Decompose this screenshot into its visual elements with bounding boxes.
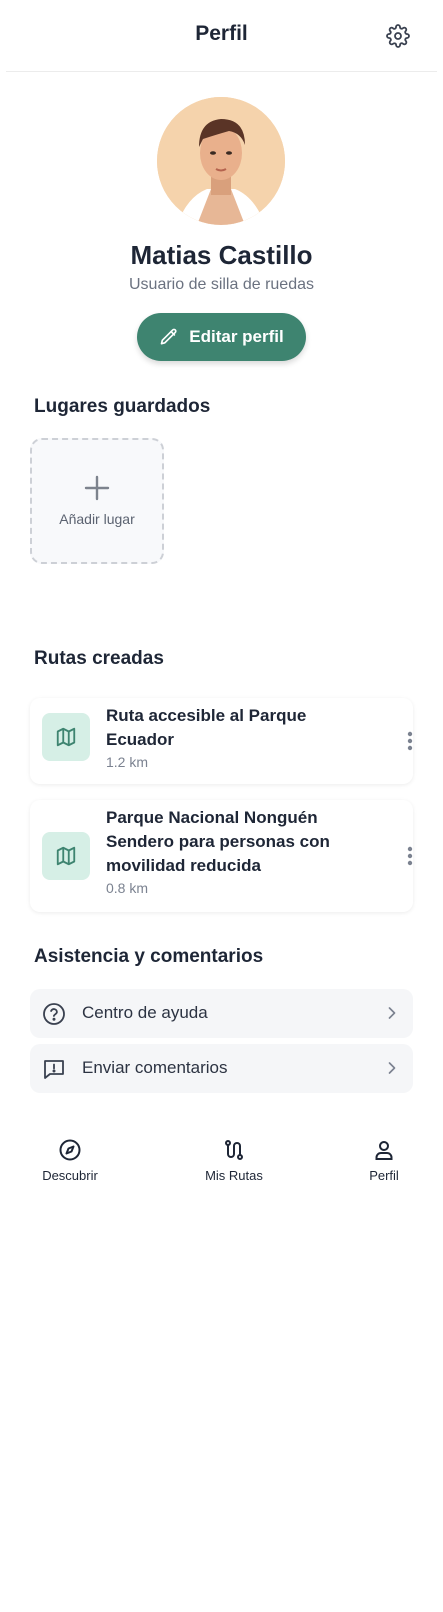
edit-profile-label: Editar perfil bbox=[189, 327, 284, 346]
route-card[interactable]: Ruta accesible al Parque Ecuador 1.2 km bbox=[30, 698, 413, 784]
send-feedback-item[interactable]: Enviar comentarios bbox=[30, 1044, 413, 1093]
route-menu-button[interactable] bbox=[400, 727, 420, 755]
feedback-icon bbox=[42, 1057, 66, 1081]
nav-my-routes[interactable]: Mis Rutas bbox=[184, 1138, 284, 1183]
route-info: Ruta accesible al Parque Ecuador 1.2 km bbox=[106, 704, 346, 770]
help-circle-icon bbox=[42, 1002, 66, 1026]
route-icon bbox=[222, 1138, 246, 1162]
nav-my-routes-label: Mis Rutas bbox=[205, 1168, 263, 1183]
user-icon bbox=[372, 1138, 396, 1162]
nav-profile[interactable]: Perfil bbox=[334, 1138, 434, 1183]
nav-profile-label: Perfil bbox=[369, 1168, 399, 1183]
route-name-line: Ruta accesible al Parque bbox=[106, 706, 307, 725]
more-vertical-icon bbox=[407, 731, 413, 751]
settings-button[interactable] bbox=[386, 24, 410, 48]
user-name: Matias Castillo bbox=[130, 240, 313, 270]
plus-icon bbox=[84, 475, 110, 501]
nav-discover[interactable]: Descubrir bbox=[20, 1138, 120, 1183]
pencil-icon bbox=[159, 327, 179, 347]
gear-icon bbox=[386, 24, 410, 48]
add-place-label: Añadir lugar bbox=[59, 511, 135, 527]
add-place-button[interactable]: Añadir lugar bbox=[30, 438, 164, 564]
help-center-label: Centro de ayuda bbox=[82, 1003, 208, 1022]
route-name-line: Ecuador bbox=[106, 730, 175, 749]
help-center-item[interactable]: Centro de ayuda bbox=[30, 989, 413, 1038]
route-thumbnail bbox=[42, 832, 90, 880]
page-title: Perfil bbox=[195, 22, 248, 45]
chevron-right-icon bbox=[382, 1003, 402, 1023]
user-subtitle: Usuario de silla de ruedas bbox=[129, 276, 314, 293]
edit-profile-button[interactable]: Editar perfil bbox=[137, 313, 306, 361]
map-icon bbox=[55, 726, 77, 748]
route-menu-button[interactable] bbox=[400, 842, 420, 870]
nav-discover-label: Descubrir bbox=[42, 1168, 98, 1183]
more-vertical-icon bbox=[407, 846, 413, 866]
route-thumbnail bbox=[42, 713, 90, 761]
avatar bbox=[157, 97, 285, 225]
route-info: Parque Nacional Nonguén Sendero para per… bbox=[106, 806, 346, 896]
route-name-line: Sendero para personas con bbox=[106, 832, 330, 851]
route-distance: 1.2 km bbox=[106, 754, 149, 770]
route-card[interactable]: Parque Nacional Nonguén Sendero para per… bbox=[30, 800, 413, 912]
route-distance: 0.8 km bbox=[106, 880, 149, 896]
route-name-line: Parque Nacional Nonguén bbox=[106, 808, 318, 827]
top-bar: Perfil bbox=[0, 0, 443, 72]
saved-places-title: Lugares guardados bbox=[34, 396, 211, 417]
chevron-right-icon bbox=[382, 1058, 402, 1078]
send-feedback-label: Enviar comentarios bbox=[82, 1058, 228, 1077]
map-icon bbox=[55, 845, 77, 867]
route-name-line: movilidad reducida bbox=[106, 856, 261, 875]
routes-title: Rutas creadas bbox=[34, 648, 164, 669]
compass-icon bbox=[58, 1138, 82, 1162]
header-divider bbox=[6, 71, 437, 72]
support-title: Asistencia y comentarios bbox=[34, 946, 264, 967]
